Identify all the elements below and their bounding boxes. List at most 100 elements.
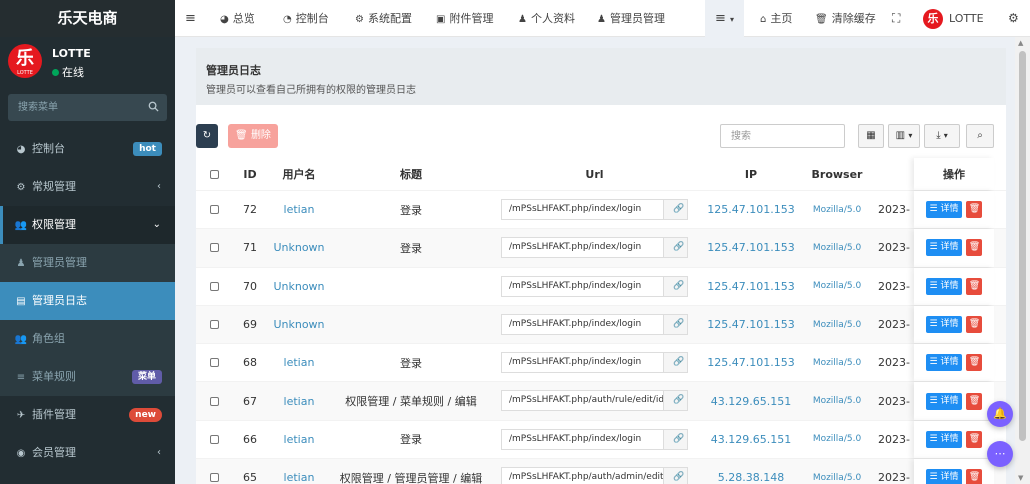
sidebar-item-addon[interactable]: ✈ 插件管理 new [0, 396, 175, 434]
tabs-dropdown-icon[interactable]: ≡ ▾ [705, 0, 745, 37]
row-checkbox[interactable] [209, 320, 219, 330]
delete-button[interactable]: 🗑 删除 [228, 124, 278, 148]
sidebar-item-admin-manage[interactable]: ♟ 管理员管理 [0, 244, 175, 282]
clear-cache-button[interactable]: 🗑 清除缓存 [815, 0, 876, 37]
search-toggle-button[interactable]: ⌕ [966, 124, 994, 148]
sidebar-item-dashboard[interactable]: ◕ 控制台 hot [0, 130, 175, 168]
detail-button[interactable]: ☰ 详情 [925, 430, 963, 448]
open-url-button[interactable]: 🔗 [663, 314, 687, 334]
sidebar-item-general[interactable]: ⚙ 常规管理 ‹ [0, 168, 175, 206]
delete-row-button[interactable]: 🗑 [966, 201, 983, 219]
username-link[interactable]: letian [284, 471, 315, 484]
ip-link[interactable]: 125.47.101.153 [707, 356, 794, 369]
detail-button[interactable]: ☰ 详情 [925, 239, 963, 257]
delete-row-button[interactable]: 🗑 [966, 354, 983, 372]
settings-icon[interactable]: ⚙ [1008, 0, 1019, 37]
row-checkbox[interactable] [209, 205, 219, 215]
header-browser[interactable]: Browser [801, 158, 873, 190]
sidebar-toggle-icon[interactable]: ≡ [185, 0, 196, 37]
scroll-up-icon[interactable]: ▲ [1018, 39, 1023, 47]
open-url-button[interactable]: 🔗 [663, 238, 687, 258]
browser-link[interactable]: Mozilla/5.0 [813, 473, 861, 483]
export-button[interactable]: ⤓ ▾ [924, 124, 960, 148]
browser-link[interactable]: Mozilla/5.0 [813, 320, 861, 330]
username-link[interactable]: Unknown [273, 280, 324, 293]
sidebar-item-admin-log[interactable]: ▤ 管理员日志 [0, 282, 175, 320]
detail-button[interactable]: ☰ 详情 [925, 392, 963, 410]
ip-link[interactable]: 125.47.101.153 [707, 241, 794, 254]
tab-dashboard[interactable]: ◔ 控制台 [283, 0, 329, 37]
sidebar-item-auth[interactable]: 👥 权限管理 ⌄ [0, 206, 175, 244]
row-checkbox[interactable] [209, 434, 219, 444]
username-link[interactable]: letian [284, 433, 315, 446]
detail-button[interactable]: ☰ 详情 [925, 354, 963, 372]
ip-link[interactable]: 125.47.101.153 [707, 318, 794, 331]
header-username[interactable]: 用户名 [268, 158, 330, 190]
page-scrollbar[interactable]: ▲ ▼ [1015, 37, 1030, 484]
sidebar-item-menu-rule[interactable]: ≡ 菜单规则 菜单 [0, 358, 175, 396]
row-checkbox[interactable] [209, 473, 219, 483]
open-url-button[interactable]: 🔗 [663, 468, 687, 484]
username-link[interactable]: letian [284, 203, 315, 216]
ip-link[interactable]: 125.47.101.153 [707, 203, 794, 216]
browser-link[interactable]: Mozilla/5.0 [813, 243, 861, 253]
detail-button[interactable]: ☰ 详情 [925, 316, 963, 334]
username-link[interactable]: letian [284, 395, 315, 408]
open-url-button[interactable]: 🔗 [663, 429, 687, 449]
tab-profile[interactable]: ♟ 个人资料 [518, 0, 575, 37]
delete-row-button[interactable]: 🗑 [966, 316, 983, 334]
open-url-button[interactable]: 🔗 [663, 353, 687, 373]
fullscreen-icon[interactable]: ⛶ [892, 0, 900, 37]
home-link[interactable]: ⌂ 主页 [760, 0, 792, 37]
browser-link[interactable]: Mozilla/5.0 [813, 434, 861, 444]
browser-link[interactable]: Mozilla/5.0 [813, 396, 861, 406]
tab-system-config[interactable]: ⚙ 系统配置 [355, 0, 412, 37]
detail-button[interactable]: ☰ 详情 [925, 201, 963, 219]
user-menu[interactable]: 乐 LOTTE [923, 0, 984, 37]
columns-button[interactable]: ▥ ▾ [888, 124, 920, 148]
delete-row-button[interactable]: 🗑 [966, 430, 983, 448]
scroll-down-icon[interactable]: ▼ [1018, 474, 1023, 482]
tab-overview[interactable]: ◕ 总览 [220, 0, 255, 37]
detail-button[interactable]: ☰ 详情 [925, 469, 963, 484]
header-title[interactable]: 标题 [330, 158, 492, 190]
row-checkbox[interactable] [209, 281, 219, 291]
delete-row-button[interactable]: 🗑 [966, 392, 983, 410]
header-url[interactable]: Url [492, 158, 697, 190]
row-checkbox[interactable] [209, 358, 219, 368]
row-checkbox[interactable] [209, 396, 219, 406]
toggle-view-button[interactable]: ▦ [858, 124, 884, 148]
delete-row-button[interactable]: 🗑 [966, 239, 983, 257]
ip-link[interactable]: 125.47.101.153 [707, 280, 794, 293]
table-search-input[interactable] [720, 124, 845, 148]
delete-row-button[interactable]: 🗑 [966, 469, 983, 484]
sidebar-item-role-group[interactable]: 👥 角色组 [0, 320, 175, 358]
delete-row-button[interactable]: 🗑 [966, 277, 983, 295]
header-id[interactable]: ID [232, 158, 268, 190]
sidebar-item-member[interactable]: ◉ 会员管理 ‹ [0, 434, 175, 472]
ip-link[interactable]: 43.129.65.151 [711, 395, 791, 408]
header-ip[interactable]: IP [701, 158, 801, 190]
tab-attachment[interactable]: ▣ 附件管理 [436, 0, 493, 37]
tab-admin-manage[interactable]: ♟ 管理员管理 [597, 0, 665, 37]
select-all-checkbox[interactable] [209, 169, 219, 179]
detail-button[interactable]: ☰ 详情 [925, 277, 963, 295]
username-link[interactable]: letian [284, 356, 315, 369]
search-icon[interactable] [148, 101, 159, 112]
username-link[interactable]: Unknown [273, 318, 324, 331]
brand-title[interactable]: 乐天电商 [0, 0, 175, 37]
open-url-button[interactable]: 🔗 [663, 200, 687, 219]
browser-link[interactable]: Mozilla/5.0 [813, 205, 861, 215]
row-checkbox[interactable] [209, 243, 219, 253]
open-url-button[interactable]: 🔗 [663, 391, 687, 411]
notification-bell-icon[interactable]: 🔔 [987, 401, 1013, 427]
sidebar-search-input[interactable] [8, 94, 167, 121]
username-link[interactable]: Unknown [273, 241, 324, 254]
scrollbar-thumb[interactable] [1019, 51, 1026, 441]
browser-link[interactable]: Mozilla/5.0 [813, 281, 861, 291]
refresh-button[interactable]: ↻ [196, 124, 218, 148]
browser-link[interactable]: Mozilla/5.0 [813, 358, 861, 368]
open-url-button[interactable]: 🔗 [663, 276, 687, 296]
chat-icon[interactable]: ⋯ [987, 441, 1013, 467]
ip-link[interactable]: 43.129.65.151 [711, 433, 791, 446]
